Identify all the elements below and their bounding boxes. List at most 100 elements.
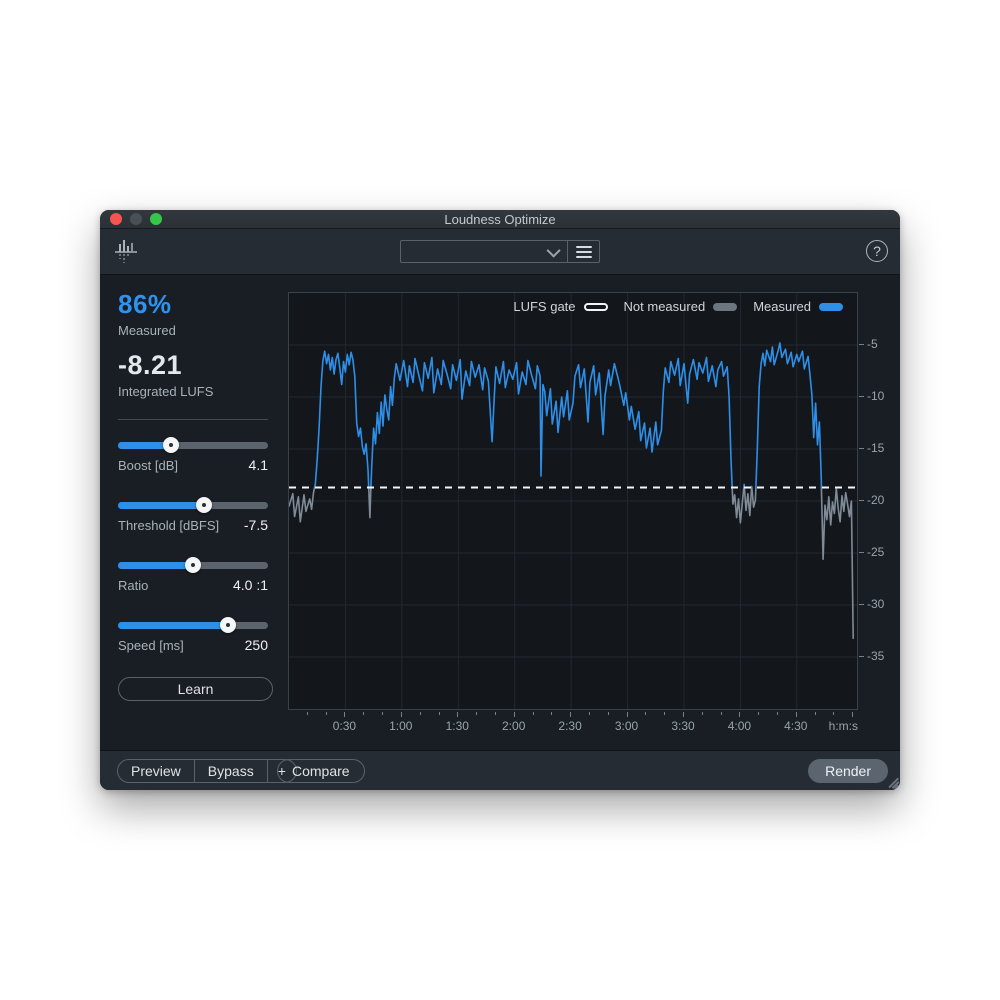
integrated-lufs-value: -8.21 [118,350,268,381]
x-tick [852,712,853,717]
preset-menu-button[interactable] [567,241,599,262]
x-tick-label: 3:30 [671,719,694,733]
slider-thumb[interactable] [220,617,236,633]
slider-thumb[interactable] [185,557,201,573]
render-button[interactable]: Render [808,759,888,783]
close-button[interactable] [110,213,122,225]
x-tick [551,712,552,715]
x-tick [777,712,778,715]
integrated-lufs-label: Integrated LUFS [118,384,268,399]
loudness-optimize-window: Loudness Optimize [100,210,900,790]
ratio-slider-group: Ratio 4.0 :1 [118,557,268,593]
x-tick [796,712,797,717]
slider-stack: Boost [dB] 4.1 Threshold [dBFS] -7.5 [118,437,268,653]
window-title: Loudness Optimize [444,212,555,227]
slider-thumb[interactable] [163,437,179,453]
resize-grip[interactable] [886,776,898,788]
x-tick-label: 4:00 [728,719,751,733]
legend-not-measured: Not measured [624,299,738,314]
x-tick-label: 2:30 [558,719,581,733]
title-bar: Loudness Optimize [100,210,900,229]
measured-swatch [819,303,843,311]
x-tick [570,712,571,717]
x-axis-labels: 0:301:001:302:002:303:003:304:004:30h:m:… [288,711,858,735]
speed-slider-group: Speed [ms] 250 [118,617,268,653]
y-tick: -15 [859,441,884,455]
slider-fill [118,562,193,569]
measured-percent-label: Measured [118,323,268,338]
x-axis-unit: h:m:s [829,719,858,733]
ratio-slider[interactable] [118,557,268,573]
preset-control [400,240,600,263]
traffic-lights [110,213,162,225]
learn-button[interactable]: Learn [118,677,273,701]
slider-thumb[interactable] [196,497,212,513]
footer-bar: Preview Bypass + Compare Render [100,750,900,790]
x-tick [721,712,722,715]
zoom-button[interactable] [150,213,162,225]
x-tick [627,712,628,717]
x-tick [664,712,665,715]
ratio-label: Ratio [118,578,148,593]
x-tick [363,712,364,715]
lufs-gate-swatch [584,303,608,311]
x-tick [758,712,759,715]
legend-measured: Measured [753,299,843,314]
x-tick [514,712,515,717]
y-tick: -30 [859,597,884,611]
x-tick [833,712,834,715]
x-tick [683,712,684,717]
y-tick: -5 [859,337,878,351]
y-tick: -20 [859,493,884,507]
x-tick [382,712,383,715]
x-tick [702,712,703,715]
boost-slider-group: Boost [dB] 4.1 [118,437,268,473]
speed-value: 250 [245,637,268,653]
y-tick: -35 [859,649,884,663]
chevron-down-icon [547,243,561,257]
boost-label: Boost [dB] [118,458,178,473]
loudness-plot: LUFS gate Not measured Measured [288,292,858,710]
x-tick [645,712,646,715]
x-tick [326,712,327,715]
header-bar: ? [100,229,900,275]
slider-fill [118,502,204,509]
threshold-slider[interactable] [118,497,268,513]
preview-bypass-group: Preview Bypass + [117,759,297,783]
x-tick [608,712,609,715]
x-tick-label: 3:00 [615,719,638,733]
sidebar: 86% Measured -8.21 Integrated LUFS Boost… [100,275,280,750]
x-tick [307,712,308,715]
question-mark-icon: ? [873,243,881,259]
preview-button[interactable]: Preview [118,760,194,782]
ratio-value: 4.0 :1 [233,577,268,593]
x-tick [439,712,440,715]
help-button[interactable]: ? [866,240,888,262]
y-tick: -25 [859,545,884,559]
threshold-slider-group: Threshold [dBFS] -7.5 [118,497,268,533]
preset-dropdown[interactable] [401,241,567,262]
x-tick [589,712,590,715]
x-tick [739,712,740,717]
x-tick [495,712,496,715]
bypass-button[interactable]: Bypass [194,760,267,782]
x-tick-label: 4:30 [784,719,807,733]
x-tick [344,712,345,717]
x-tick-label: 1:30 [446,719,469,733]
loudness-waveform [289,293,857,709]
minimize-button[interactable] [130,213,142,225]
not-measured-swatch [713,303,737,311]
legend-lufs-gate: LUFS gate [513,299,607,314]
speed-label: Speed [ms] [118,638,184,653]
measured-percent-value: 86% [118,289,268,320]
chart-legend: LUFS gate Not measured Measured [513,299,843,314]
threshold-value: -7.5 [244,517,268,533]
y-axis-labels: -5-10-15-20-25-30-35 [859,292,893,710]
x-tick [533,712,534,715]
x-tick [815,712,816,715]
boost-slider[interactable] [118,437,268,453]
speed-slider[interactable] [118,617,268,633]
compare-button[interactable]: Compare [277,759,365,783]
sidebar-divider [118,419,268,420]
loudness-optimize-module-icon [112,238,140,266]
